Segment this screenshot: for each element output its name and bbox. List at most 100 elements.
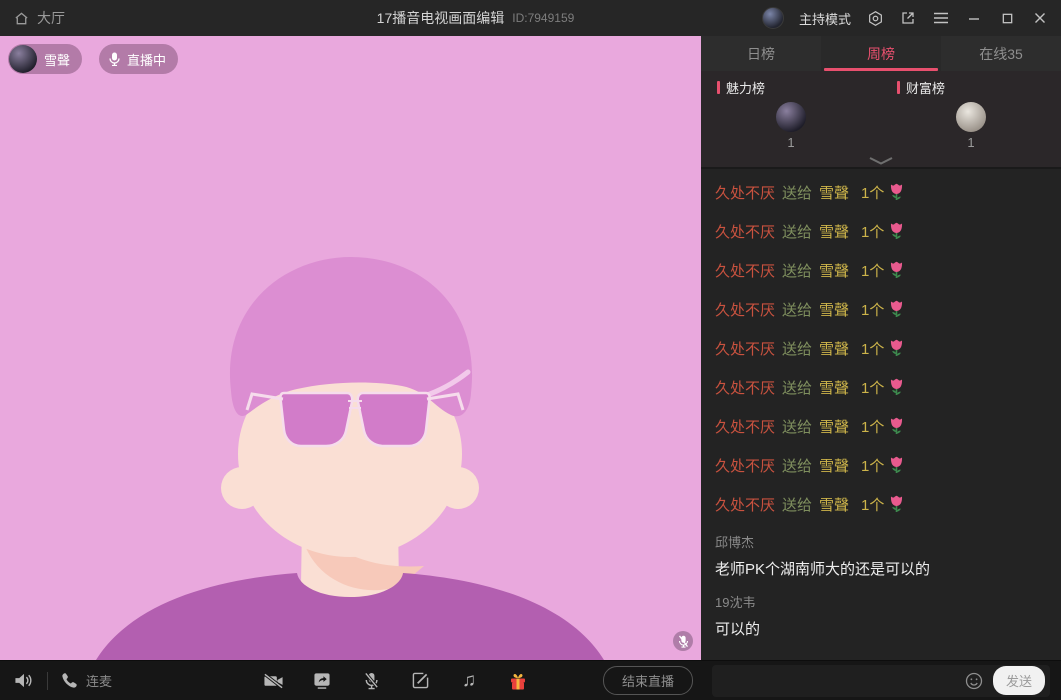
text-message-list: 邱博杰 老师PK个湖南师大的还是可以的 19沈韦 可以的 (715, 532, 1047, 639)
side-panel: 日榜 周榜 在线35 魅力榜 1 财富榜 (701, 36, 1061, 660)
emoji-button[interactable] (962, 669, 986, 693)
live-status-label: 直播中 (127, 50, 166, 69)
connect-mic-button[interactable]: 连麦 (61, 671, 112, 690)
accent-bar (717, 81, 720, 94)
mic-muted-icon[interactable] (360, 670, 382, 692)
gift-message: 久处不厌 送给 雪聲 1个 (715, 220, 1047, 243)
close-button[interactable] (1031, 9, 1049, 27)
gift-amount: 1个 (861, 377, 884, 398)
screen-share-icon[interactable] (311, 670, 333, 692)
mic-muted-icon (678, 635, 689, 648)
home-icon (12, 9, 30, 27)
gift-message: 久处不厌 送给 雪聲 1个 (715, 376, 1047, 399)
speaker-icon[interactable] (12, 670, 34, 692)
stream-mic-muted-indicator[interactable] (673, 631, 693, 651)
gift-action: 送给 (782, 338, 812, 359)
gift-sender[interactable]: 久处不厌 (715, 338, 775, 359)
gift-sender[interactable]: 久处不厌 (715, 221, 775, 242)
gift-action: 送给 (782, 260, 812, 281)
home-button[interactable]: 大厅 (12, 8, 65, 28)
accent-bar (897, 81, 900, 94)
gift-amount: 1个 (861, 455, 884, 476)
end-live-button[interactable]: 结束直播 (603, 666, 693, 695)
gift-sender[interactable]: 久处不厌 (715, 299, 775, 320)
wealth-top-rank: 1 (967, 135, 974, 150)
gift-action: 送给 (782, 377, 812, 398)
tulip-icon (889, 183, 904, 202)
chat-sender-name[interactable]: 19沈韦 (715, 592, 1047, 611)
tab-online[interactable]: 在线35 (941, 36, 1061, 71)
gift-message: 久处不厌 送给 雪聲 1个 (715, 337, 1047, 360)
tab-daily-rank[interactable]: 日榜 (701, 36, 821, 71)
live-status-badge: 直播中 (99, 44, 178, 74)
music-icon[interactable]: ♫ (458, 670, 480, 692)
gift-sender[interactable]: 久处不厌 (715, 182, 775, 203)
gift-recipient[interactable]: 雪聲 (819, 494, 849, 515)
gift-recipient[interactable]: 雪聲 (819, 416, 849, 437)
gift-sender[interactable]: 久处不厌 (715, 416, 775, 437)
tool-icons: ♫ (262, 670, 529, 692)
gift-recipient[interactable]: 雪聲 (819, 182, 849, 203)
minimize-button[interactable] (965, 9, 983, 27)
gift-recipient[interactable]: 雪聲 (819, 377, 849, 398)
stream-preview: 雪聲 直播中 (0, 36, 701, 660)
tulip-icon (889, 495, 904, 514)
gift-amount: 1个 (861, 494, 884, 515)
tulip-icon (889, 339, 904, 358)
wealth-top-avatar[interactable] (956, 102, 986, 132)
avatar-illustration (0, 36, 701, 660)
chat-message-text: 可以的 (715, 618, 1047, 639)
gift-message: 久处不厌 送给 雪聲 1个 (715, 298, 1047, 321)
gift-sender[interactable]: 久处不厌 (715, 260, 775, 281)
chat-input[interactable] (722, 673, 962, 688)
live-studio-window: 大厅 17播音电视画面编辑 ID:7949159 主持模式 (0, 0, 1061, 700)
control-bar: 连麦 (0, 660, 1061, 700)
gift-message: 久处不厌 送给 雪聲 1个 (715, 181, 1047, 204)
camera-off-icon[interactable] (262, 670, 284, 692)
mic-icon (109, 52, 120, 66)
wealth-board-title: 财富榜 (906, 78, 945, 97)
edit-icon[interactable] (409, 670, 431, 692)
titlebar: 大厅 17播音电视画面编辑 ID:7949159 主持模式 (0, 0, 1061, 36)
gift-recipient[interactable]: 雪聲 (819, 299, 849, 320)
chat-input-wrap: 发送 (712, 665, 1050, 697)
gift-recipient[interactable]: 雪聲 (819, 221, 849, 242)
gift-amount: 1个 (861, 260, 884, 281)
chat-sender-name[interactable]: 邱博杰 (715, 532, 1047, 551)
collapse-ranks-button[interactable] (866, 154, 896, 166)
host-mode-label: 主持模式 (799, 9, 851, 28)
stream-controls: 连麦 (0, 661, 701, 700)
tulip-icon (889, 456, 904, 475)
gift-sender[interactable]: 久处不厌 (715, 455, 775, 476)
tab-weekly-rank[interactable]: 周榜 (821, 36, 941, 71)
gift-icon[interactable] (507, 670, 529, 692)
popout-icon[interactable] (899, 9, 917, 27)
chat-message-list[interactable]: 久处不厌 送给 雪聲 1个 (701, 167, 1061, 660)
titlebar-actions: 主持模式 (762, 7, 1049, 29)
charm-board-title: 魅力榜 (726, 78, 765, 97)
send-button[interactable]: 发送 (993, 666, 1045, 695)
menu-icon[interactable] (932, 9, 950, 27)
wealth-board: 财富榜 1 (881, 71, 1061, 167)
gift-message-list: 久处不厌 送给 雪聲 1个 (715, 181, 1047, 516)
rank-boards: 魅力榜 1 财富榜 1 (701, 71, 1061, 167)
gift-recipient[interactable]: 雪聲 (819, 260, 849, 281)
gift-action: 送给 (782, 455, 812, 476)
settings-icon[interactable] (866, 9, 884, 27)
streamer-name: 雪聲 (44, 50, 82, 69)
wealth-board-header: 财富榜 (897, 78, 945, 97)
charm-board: 魅力榜 1 (701, 71, 881, 167)
gift-amount: 1个 (861, 182, 884, 203)
gift-amount: 1个 (861, 338, 884, 359)
chat-message: 邱博杰 老师PK个湖南师大的还是可以的 (715, 532, 1047, 579)
gift-sender[interactable]: 久处不厌 (715, 377, 775, 398)
streamer-badge[interactable]: 雪聲 (8, 44, 82, 74)
gift-recipient[interactable]: 雪聲 (819, 455, 849, 476)
user-avatar[interactable] (762, 7, 784, 29)
gift-recipient[interactable]: 雪聲 (819, 338, 849, 359)
charm-top-avatar[interactable] (776, 102, 806, 132)
gift-sender[interactable]: 久处不厌 (715, 494, 775, 515)
chat-message-text: 老师PK个湖南师大的还是可以的 (715, 558, 1047, 579)
window-title: 17播音电视画面编辑 (377, 8, 505, 28)
maximize-button[interactable] (998, 9, 1016, 27)
